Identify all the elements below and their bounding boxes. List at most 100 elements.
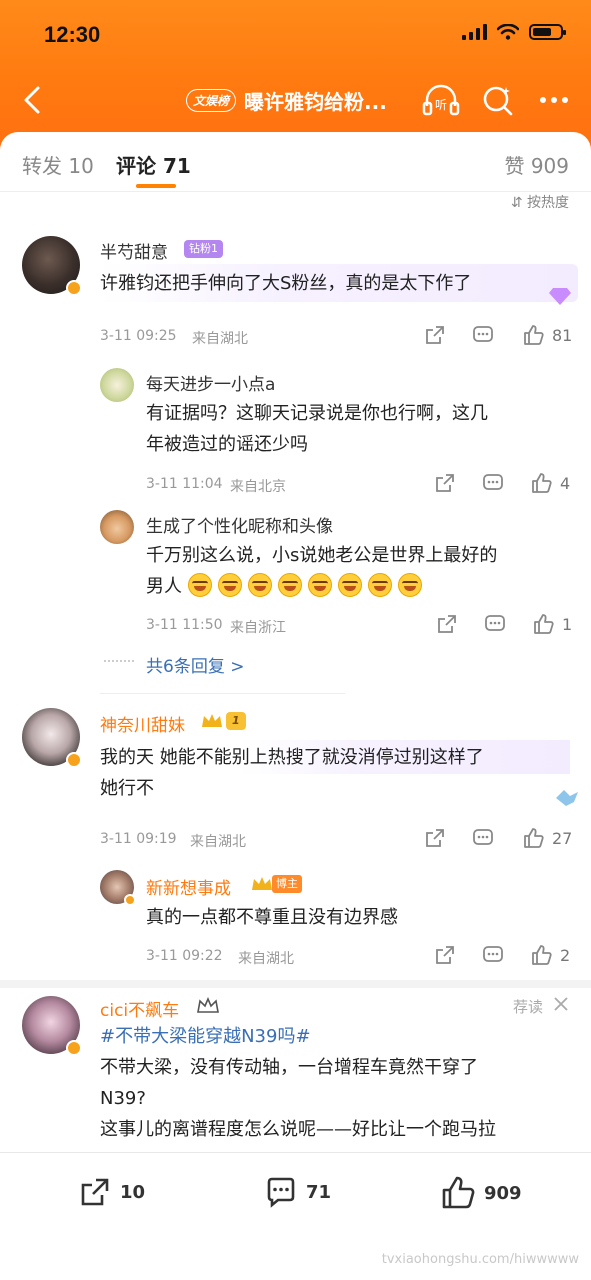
repost-button[interactable]: 10 — [78, 1175, 145, 1209]
laugh-cry-emoji-icon — [307, 573, 332, 597]
page-title: 曝许雅钧给粉... — [244, 90, 387, 114]
comment-icon[interactable] — [484, 613, 506, 635]
reply-text-line: 男人 — [146, 571, 428, 602]
reply-text-line: 有证据吗？这聊天记录说是你也行啊，这几 — [146, 403, 488, 424]
status-bar: 12:30 — [0, 14, 591, 54]
signal-icon — [462, 24, 487, 40]
like-icon[interactable] — [522, 827, 544, 849]
comment-icon[interactable] — [482, 944, 504, 966]
reply-text-line: 年被造过的谣还少吗 — [146, 434, 308, 455]
tab-like[interactable]: 赞 909 — [504, 150, 569, 179]
like-count: 2 — [560, 946, 571, 965]
hashtag-link[interactable]: #不带大梁能穿越N39吗# — [100, 1022, 311, 1048]
reply-location: 来自浙江 — [230, 620, 286, 636]
sort-label: 按热度 — [527, 195, 569, 211]
crown-icon — [252, 877, 272, 890]
tab-repost[interactable]: 转发 10 — [22, 150, 94, 179]
share-icon[interactable] — [434, 472, 456, 494]
tab-comment[interactable]: 评论 71 — [116, 150, 191, 179]
comment-text-line: 不带大梁，没有传动轴，一台增程车竟然干穿了 — [100, 1057, 478, 1078]
nav-bar: 文娱榜 曝许雅钧给粉... 听 — [0, 78, 591, 122]
more-replies-link[interactable]: 共6条回复 > — [146, 652, 244, 677]
avatar[interactable] — [22, 996, 82, 1056]
like-button[interactable]: 909 — [440, 1175, 522, 1211]
tabs-bar: 转发 10 评论 71 赞 909 — [0, 132, 591, 192]
svg-text:听: 听 — [435, 98, 447, 112]
sticker-icon — [556, 790, 578, 806]
search-icon[interactable] — [480, 82, 516, 118]
avatar[interactable] — [22, 708, 82, 768]
sort-icon: ⇵ — [510, 195, 527, 211]
battery-icon — [529, 24, 566, 40]
comment-time: 3-11 09:19 — [100, 831, 177, 847]
listen-icon[interactable]: 听 — [421, 82, 461, 118]
like-count: 1 — [562, 615, 573, 634]
reply-time: 3-11 11:50 — [146, 617, 223, 633]
comment-count: 71 — [306, 1181, 332, 1203]
watermark: tvxiaohongshu.com/hiwwwww — [381, 1252, 579, 1267]
verified-badge — [124, 894, 136, 906]
wifi-icon — [497, 24, 519, 40]
avatar[interactable] — [22, 236, 82, 296]
share-icon[interactable] — [434, 944, 456, 966]
reply-text-start: 男人 — [146, 576, 182, 597]
avatar[interactable] — [100, 870, 136, 906]
crown-icon — [197, 997, 219, 1013]
like-count: 27 — [552, 829, 573, 848]
comment-location: 来自湖北 — [192, 331, 248, 347]
laugh-cry-emoji-icon — [397, 573, 422, 597]
comment-username[interactable]: 半芍甜意 — [100, 238, 168, 263]
comment-text: 许雅钧还把手伸向了大S粉丝，真的是太下作了 — [100, 273, 472, 294]
reply-text-line: 千万别这么说，小s说她老公是世界上最好的 — [146, 545, 498, 566]
close-icon[interactable] — [551, 994, 571, 1014]
comment-text-line: 她行不 — [100, 778, 154, 799]
comment-icon[interactable] — [472, 827, 494, 849]
share-icon[interactable] — [436, 613, 458, 635]
status-icons — [462, 24, 566, 40]
laugh-cry-emoji-icon — [247, 573, 272, 597]
share-icon[interactable] — [424, 324, 446, 346]
more-icon[interactable] — [536, 82, 572, 118]
divider — [100, 693, 345, 694]
comment-username[interactable]: 神奈川甜妹 — [100, 711, 185, 736]
share-icon[interactable] — [424, 827, 446, 849]
like-count: 81 — [552, 326, 573, 345]
reply-time: 3-11 11:04 — [146, 476, 223, 492]
diamond-icon — [549, 288, 571, 305]
comment-location: 来自湖北 — [190, 834, 246, 850]
like-count: 909 — [484, 1182, 522, 1204]
sort-toggle[interactable]: ⇵ 按热度 — [511, 192, 569, 212]
reply-location: 来自湖北 — [238, 951, 294, 967]
reply-username[interactable]: 新新想事成 — [146, 874, 231, 899]
repost-count: 10 — [120, 1181, 146, 1203]
like-icon[interactable] — [532, 613, 554, 635]
comment-button[interactable]: 71 — [264, 1175, 331, 1209]
laugh-cry-emoji-icon — [217, 573, 242, 597]
like-icon[interactable] — [530, 944, 552, 966]
fan-badge: 钻粉1 — [184, 240, 223, 258]
crown-icon — [202, 714, 222, 727]
laugh-cry-emoji-icon — [367, 573, 392, 597]
reply-username[interactable]: 生成了个性化昵称和头像 — [146, 512, 333, 537]
section-divider — [0, 980, 591, 988]
back-icon[interactable] — [18, 82, 48, 118]
verified-badge — [66, 752, 82, 768]
laugh-cry-emoji-icon — [277, 573, 302, 597]
like-icon[interactable] — [522, 324, 544, 346]
avatar[interactable] — [100, 510, 134, 544]
nav-title[interactable]: 文娱榜 曝许雅钧给粉... — [186, 86, 387, 115]
comment-time: 3-11 09:25 — [100, 328, 177, 344]
like-count: 4 — [560, 474, 571, 493]
status-time: 12:30 — [44, 22, 101, 47]
like-icon[interactable] — [530, 472, 552, 494]
comment-icon[interactable] — [472, 324, 494, 346]
app-header: 12:30 文娱榜 曝许雅钧给粉... 听 — [0, 0, 591, 150]
reply-location: 来自北京 — [230, 479, 286, 495]
comment-username[interactable]: cici不飙车 — [100, 996, 179, 1021]
reply-text: 真的一点都不尊重且没有边界感 — [146, 907, 398, 928]
avatar[interactable] — [100, 368, 134, 402]
laugh-cry-emoji-icon — [187, 573, 212, 597]
reply-username[interactable]: 每天进步一小点a — [146, 370, 275, 395]
owner-badge: 博主 — [272, 875, 302, 893]
comment-icon[interactable] — [482, 472, 504, 494]
